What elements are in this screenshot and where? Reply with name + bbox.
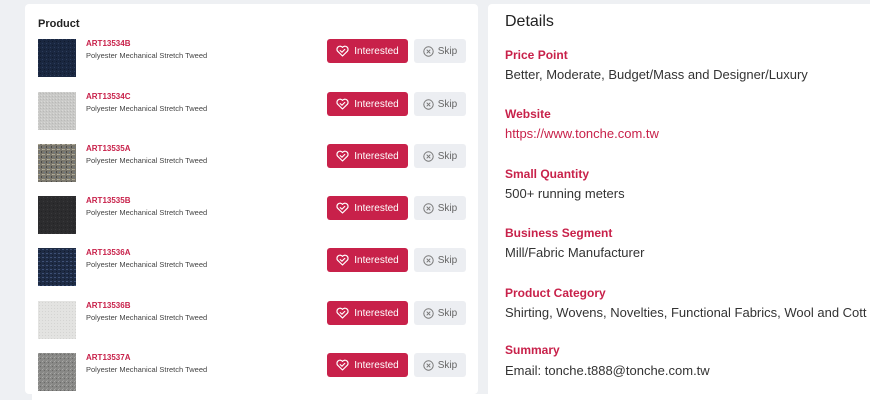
skip-button[interactable]: Skip: [414, 353, 466, 377]
product-code[interactable]: ART13534B: [86, 39, 130, 48]
product-category-label: Product Category: [505, 286, 606, 300]
product-category-value: Shirting, Wovens, Novelties, Functional …: [505, 305, 867, 320]
fabric-swatch-image: [38, 196, 76, 234]
product-list-header: Product: [38, 18, 80, 30]
page: Product ART13534B Polyester Mechanical S…: [0, 0, 870, 400]
product-row: ART13537A Polyester Mechanical Stretch T…: [25, 353, 478, 394]
details-panel: Details Price Point Better, Moderate, Bu…: [488, 4, 870, 400]
circle-x-icon: [423, 45, 434, 57]
details-title: Details: [505, 13, 554, 30]
circle-x-icon: [423, 202, 434, 214]
skip-button[interactable]: Skip: [414, 301, 466, 325]
business-segment-value: Mill/Fabric Manufacturer: [505, 245, 645, 260]
heart-handshake-icon: [336, 45, 349, 57]
interested-label: Interested: [354, 150, 399, 162]
product-code[interactable]: ART13536A: [86, 248, 130, 257]
skip-label: Skip: [437, 359, 458, 371]
circle-x-icon: [423, 98, 434, 110]
bottom-panel-edge: [32, 394, 870, 400]
product-description: Polyester Mechanical Stretch Tweed: [86, 208, 208, 217]
website-link[interactable]: https://www.tonche.com.tw: [505, 126, 659, 141]
product-code[interactable]: ART13537A: [86, 353, 130, 362]
product-row: ART13536B Polyester Mechanical Stretch T…: [25, 301, 478, 353]
product-description: Polyester Mechanical Stretch Tweed: [86, 260, 208, 269]
product-description: Polyester Mechanical Stretch Tweed: [86, 51, 208, 60]
skip-label: Skip: [437, 307, 458, 319]
circle-x-icon: [423, 150, 434, 162]
website-label: Website: [505, 107, 551, 121]
skip-button[interactable]: Skip: [414, 39, 466, 63]
product-code[interactable]: ART13536B: [86, 301, 130, 310]
product-row: ART13536A Polyester Mechanical Stretch T…: [25, 248, 478, 300]
interested-button[interactable]: Interested: [327, 301, 408, 325]
circle-x-icon: [423, 254, 434, 266]
product-row: ART13535B Polyester Mechanical Stretch T…: [25, 196, 478, 248]
interested-label: Interested: [354, 98, 399, 110]
circle-x-icon: [423, 359, 434, 371]
small-quantity-value: 500+ running meters: [505, 186, 625, 201]
product-row: ART13534B Polyester Mechanical Stretch T…: [25, 39, 478, 91]
heart-handshake-icon: [336, 359, 349, 371]
summary-value: Email: tonche.t888@tonche.com.tw: [505, 363, 710, 378]
heart-handshake-icon: [336, 150, 349, 162]
product-list-panel: Product ART13534B Polyester Mechanical S…: [25, 4, 478, 394]
interested-button[interactable]: Interested: [327, 353, 408, 377]
small-quantity-label: Small Quantity: [505, 167, 590, 181]
heart-handshake-icon: [336, 98, 349, 110]
product-description: Polyester Mechanical Stretch Tweed: [86, 104, 208, 113]
interested-label: Interested: [354, 359, 399, 371]
fabric-swatch-image: [38, 248, 76, 286]
fabric-swatch-image: [38, 301, 76, 339]
interested-label: Interested: [354, 45, 399, 57]
product-description: Polyester Mechanical Stretch Tweed: [86, 313, 208, 322]
price-point-value: Better, Moderate, Budget/Mass and Design…: [505, 67, 808, 82]
interested-button[interactable]: Interested: [327, 196, 408, 220]
product-row: ART13535A Polyester Mechanical Stretch T…: [25, 144, 478, 196]
skip-button[interactable]: Skip: [414, 144, 466, 168]
interested-button[interactable]: Interested: [327, 39, 408, 63]
product-code[interactable]: ART13535A: [86, 144, 130, 153]
summary-label: Summary: [505, 343, 560, 357]
skip-label: Skip: [437, 98, 458, 110]
interested-label: Interested: [354, 307, 399, 319]
skip-label: Skip: [437, 254, 458, 266]
interested-label: Interested: [354, 254, 399, 266]
price-point-label: Price Point: [505, 48, 568, 62]
product-row: ART13534C Polyester Mechanical Stretch T…: [25, 92, 478, 144]
skip-label: Skip: [437, 150, 458, 162]
circle-x-icon: [423, 307, 434, 319]
product-description: Polyester Mechanical Stretch Tweed: [86, 365, 208, 374]
fabric-swatch-image: [38, 144, 76, 182]
product-code[interactable]: ART13535B: [86, 196, 130, 205]
skip-button[interactable]: Skip: [414, 196, 466, 220]
business-segment-label: Business Segment: [505, 226, 613, 240]
interested-button[interactable]: Interested: [327, 248, 408, 272]
heart-handshake-icon: [336, 202, 349, 214]
fabric-swatch-image: [38, 92, 76, 130]
heart-handshake-icon: [336, 307, 349, 319]
interested-button[interactable]: Interested: [327, 92, 408, 116]
skip-label: Skip: [437, 45, 458, 57]
skip-label: Skip: [437, 202, 458, 214]
interested-label: Interested: [354, 202, 399, 214]
interested-button[interactable]: Interested: [327, 144, 408, 168]
product-description: Polyester Mechanical Stretch Tweed: [86, 156, 208, 165]
skip-button[interactable]: Skip: [414, 248, 466, 272]
heart-handshake-icon: [336, 254, 349, 266]
fabric-swatch-image: [38, 39, 76, 77]
skip-button[interactable]: Skip: [414, 92, 466, 116]
product-code[interactable]: ART13534C: [86, 92, 130, 101]
fabric-swatch-image: [38, 353, 76, 391]
